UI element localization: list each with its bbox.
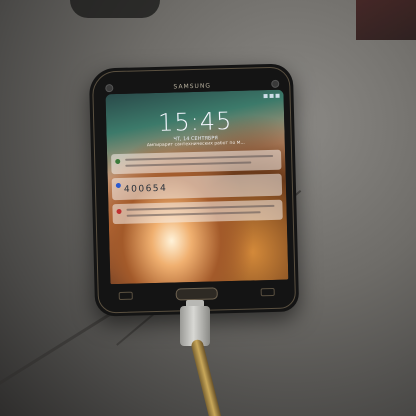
back-button[interactable] <box>260 287 275 297</box>
battery-icon <box>275 93 280 98</box>
notification-text-line <box>126 211 261 217</box>
camera-icon <box>271 79 280 88</box>
app-icon <box>115 158 121 165</box>
notification-card[interactable] <box>111 149 282 175</box>
signal-icon <box>263 94 268 99</box>
notification-text-line <box>125 161 252 167</box>
notification-card[interactable]: 400654 <box>111 173 283 201</box>
photo-scene: SAMSUNG 15:45 ЧТ, 14 СЕНТЯБРЯ Ампирарит … <box>0 0 416 416</box>
message-icon <box>115 182 121 189</box>
notification-text-line <box>125 154 274 161</box>
notification-card[interactable] <box>112 199 283 225</box>
brand-logo: SAMSUNG <box>173 82 212 90</box>
smartphone: SAMSUNG 15:45 ЧТ, 14 СЕНТЯБРЯ Ампирарит … <box>88 63 300 317</box>
home-button[interactable] <box>175 287 218 301</box>
background-object <box>70 0 160 18</box>
verification-code: 400654 <box>123 183 168 195</box>
sensor-icon <box>105 84 114 93</box>
app-icon <box>116 208 122 215</box>
background-object <box>356 0 416 40</box>
lockscreen[interactable]: 15:45 ЧТ, 14 СЕНТЯБРЯ Ампирарит сантехни… <box>105 89 289 285</box>
status-bar <box>110 92 280 104</box>
wifi-icon <box>269 93 274 98</box>
recent-apps-button[interactable] <box>118 291 133 301</box>
status-icons <box>263 93 280 99</box>
notification-text-line <box>126 204 275 211</box>
